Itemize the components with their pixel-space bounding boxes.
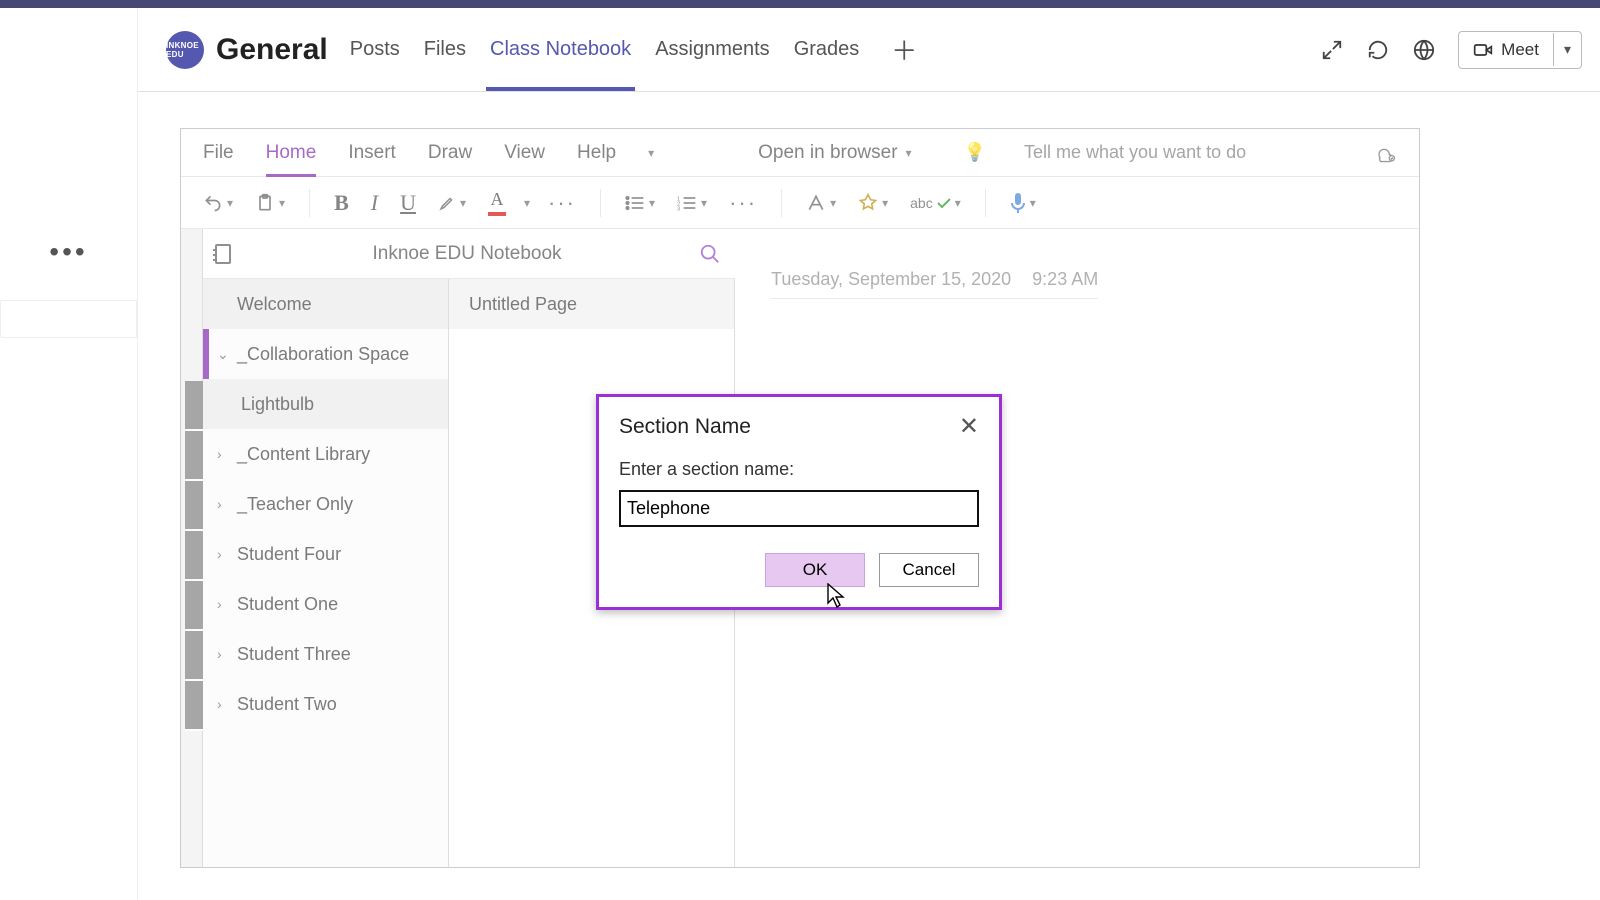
ok-button[interactable]: OK xyxy=(765,553,865,587)
section-teacher-only[interactable]: › _Teacher Only xyxy=(203,479,448,529)
chevron-down-icon: ▾ xyxy=(906,146,912,160)
section-tab-stubs xyxy=(185,381,203,731)
ribbon-tab-file[interactable]: File xyxy=(203,129,234,176)
tab-posts[interactable]: Posts xyxy=(350,8,400,91)
section-name-input[interactable] xyxy=(619,490,979,527)
cancel-button[interactable]: Cancel xyxy=(879,553,979,587)
channel-tabs: Posts Files Class Notebook Assignments G… xyxy=(350,8,918,91)
channel-name: General xyxy=(216,33,328,67)
ribbon-tab-insert[interactable]: Insert xyxy=(348,129,396,176)
page-timestamp: Tuesday, September 15, 2020 9:23 AM xyxy=(771,269,1098,299)
close-icon[interactable]: ✕ xyxy=(959,415,979,439)
section-label: Lightbulb xyxy=(241,394,314,415)
meet-dropdown[interactable]: ▾ xyxy=(1553,33,1581,66)
chevron-right-icon[interactable]: › xyxy=(217,446,231,462)
notebook-icon[interactable] xyxy=(211,242,235,266)
svg-text:3: 3 xyxy=(677,206,680,212)
ribbon-tab-draw[interactable]: Draw xyxy=(428,129,472,176)
tab-files[interactable]: Files xyxy=(424,8,466,91)
bullets-button[interactable]: ▾ xyxy=(621,190,659,216)
section-label: _Teacher Only xyxy=(237,494,353,515)
page-date-text: Tuesday, September 15, 2020 xyxy=(771,269,1011,289)
open-in-browser-label: Open in browser xyxy=(758,142,897,164)
meet-label: Meet xyxy=(1501,40,1539,60)
section-lightbulb[interactable]: Lightbulb xyxy=(203,379,448,429)
section-label: Student Two xyxy=(237,694,337,715)
para-overflow[interactable]: ··· xyxy=(725,186,761,220)
dialog-title: Section Name xyxy=(619,415,751,439)
notebook-title: Inknoe EDU Notebook xyxy=(235,243,699,265)
chevron-right-icon[interactable]: › xyxy=(217,646,231,662)
dialog-prompt: Enter a section name: xyxy=(619,459,979,480)
section-name-dialog: Section Name ✕ Enter a section name: OK … xyxy=(596,394,1002,610)
chevron-right-icon[interactable]: › xyxy=(217,546,231,562)
section-label: Student Four xyxy=(237,544,341,565)
ribbon-tab-home[interactable]: Home xyxy=(266,129,317,176)
chevron-right-icon[interactable]: › xyxy=(217,596,231,612)
tab-grades[interactable]: Grades xyxy=(794,8,860,91)
expand-icon[interactable] xyxy=(1320,38,1344,62)
notebook-title-row: Inknoe EDU Notebook xyxy=(203,229,735,279)
rail-active-item[interactable] xyxy=(0,300,137,338)
left-rail: ••• xyxy=(0,8,138,900)
app-titlebar xyxy=(0,0,1600,8)
font-color-dropdown[interactable]: ▾ xyxy=(524,196,530,210)
page-time-text: 9:23 AM xyxy=(1032,269,1098,289)
team-avatar[interactable]: INKNOE EDU xyxy=(166,31,204,69)
section-content-library[interactable]: › _Content Library xyxy=(203,429,448,479)
section-student-two[interactable]: › Student Two xyxy=(203,679,448,729)
ribbon-tab-help[interactable]: Help xyxy=(577,129,616,176)
meet-button[interactable]: Meet xyxy=(1459,32,1553,68)
italic-button[interactable]: I xyxy=(367,186,382,220)
active-section-indicator xyxy=(203,329,209,379)
tab-assignments[interactable]: Assignments xyxy=(655,8,770,91)
section-collaboration-space[interactable]: ⌄ _Collaboration Space xyxy=(203,329,448,379)
section-label: _Content Library xyxy=(237,444,370,465)
font-overflow[interactable]: ··· xyxy=(544,186,580,220)
overflow-menu-icon[interactable]: ••• xyxy=(49,236,87,268)
refresh-icon[interactable] xyxy=(1366,38,1390,62)
undo-button[interactable]: ▾ xyxy=(199,189,237,217)
section-label: Welcome xyxy=(237,294,312,315)
styles-button[interactable]: ▾ xyxy=(802,189,840,217)
tell-me-search[interactable] xyxy=(1024,142,1325,163)
lightbulb-icon: 💡 xyxy=(964,142,986,163)
tags-button[interactable]: ▾ xyxy=(854,189,892,217)
bold-button[interactable]: B xyxy=(330,186,353,220)
search-icon[interactable] xyxy=(699,243,721,265)
chevron-right-icon[interactable]: › xyxy=(217,496,231,512)
page-untitled[interactable]: Untitled Page xyxy=(449,279,734,329)
dictate-button[interactable]: ▾ xyxy=(1006,188,1040,218)
clipboard-button[interactable]: ▾ xyxy=(251,188,289,218)
section-list: Welcome ⌄_Collaboration Space Lightbulb … xyxy=(203,279,449,867)
section-label: _Collaboration Space xyxy=(237,344,409,365)
globe-icon[interactable] xyxy=(1412,38,1436,62)
section-student-three[interactable]: › Student Three xyxy=(203,629,448,679)
section-welcome[interactable]: Welcome xyxy=(203,279,448,329)
section-student-four[interactable]: › Student Four xyxy=(203,529,448,579)
section-label: Student Three xyxy=(237,644,351,665)
ribbon-tab-view[interactable]: View xyxy=(504,129,545,176)
chevron-right-icon[interactable]: › xyxy=(217,696,231,712)
chevron-down-icon[interactable]: ⌄ xyxy=(217,346,231,363)
underline-button[interactable]: U xyxy=(396,186,420,220)
highlight-button[interactable]: ▾ xyxy=(434,190,470,216)
onenote-ribbon-tabs: File Home Insert Draw View Help ▾ Open i… xyxy=(181,129,1419,177)
font-color-button[interactable]: A xyxy=(484,185,510,220)
section-student-one[interactable]: › Student One xyxy=(203,579,448,629)
add-tab-icon[interactable]: ＋ xyxy=(891,31,917,68)
numbering-button[interactable]: 123▾ xyxy=(673,190,711,216)
sync-status-icon[interactable] xyxy=(1373,143,1397,163)
section-label: Student One xyxy=(237,594,338,615)
header-actions: Meet ▾ xyxy=(1320,31,1582,69)
spellcheck-button[interactable]: abc ▾ xyxy=(906,191,965,215)
open-in-browser[interactable]: Open in browser ▾ xyxy=(758,142,911,164)
ribbon-overflow[interactable]: ▾ xyxy=(648,129,654,176)
channel-header: INKNOE EDU General Posts Files Class Not… xyxy=(138,8,1600,92)
meet-button-group: Meet ▾ xyxy=(1458,31,1582,69)
tab-class-notebook[interactable]: Class Notebook xyxy=(490,8,631,91)
video-icon xyxy=(1473,40,1493,60)
onenote-toolbar: ▾ ▾ B I U ▾ A ▾ ··· ▾ 123▾ ··· ▾ ▾ xyxy=(181,177,1419,229)
